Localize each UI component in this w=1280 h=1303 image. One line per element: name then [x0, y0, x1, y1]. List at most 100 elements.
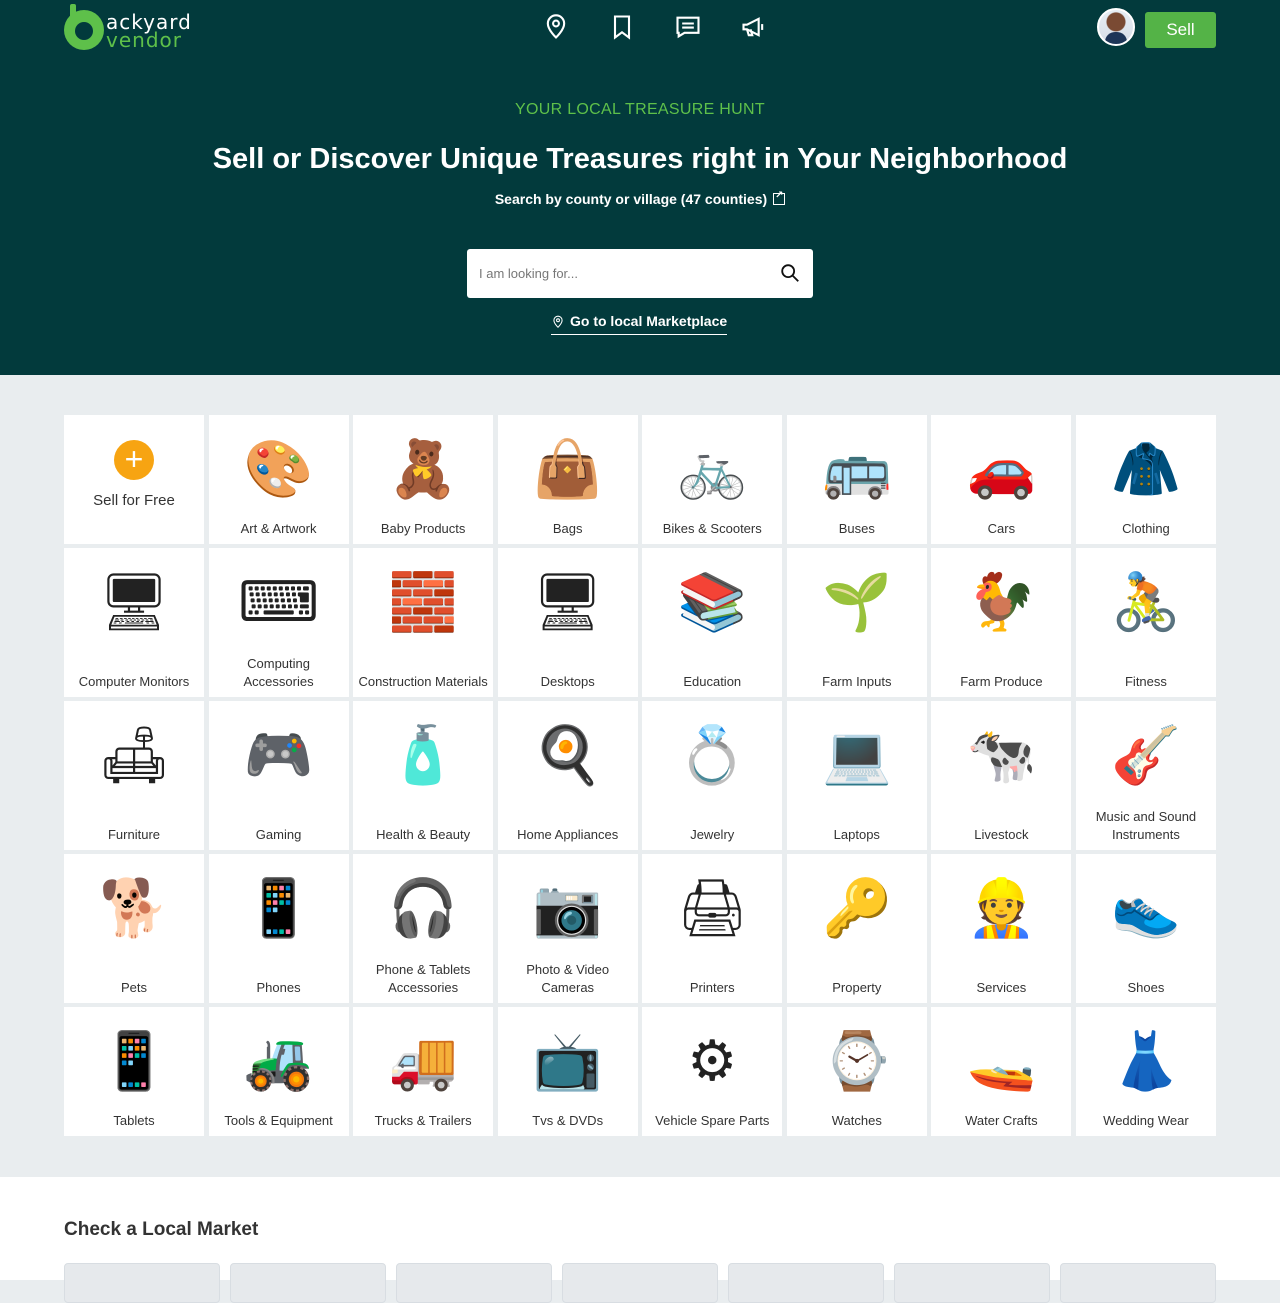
sell-for-free-label: Sell for Free	[93, 492, 175, 509]
search-icon[interactable]	[779, 262, 801, 284]
category-image: 💍	[677, 723, 748, 788]
category-image: 🐄	[966, 723, 1037, 788]
sell-for-free-card[interactable]: + Sell for Free	[64, 415, 204, 544]
megaphone-icon[interactable]	[738, 10, 770, 44]
category-label: Furniture	[107, 827, 161, 842]
category-card-education[interactable]: 📚 Education	[642, 548, 783, 697]
county-chip[interactable]	[1060, 1263, 1216, 1303]
category-card-phones[interactable]: 📱 Phones	[208, 854, 349, 1003]
local-marketplace-label: Go to local Marketplace	[570, 313, 728, 329]
category-label: Shoes	[1127, 980, 1165, 995]
category-label: Farm Inputs	[822, 674, 892, 689]
local-market-title: Check a Local Market	[64, 1219, 259, 1240]
category-card-wedding-wear[interactable]: 👗 Wedding Wear	[1075, 1007, 1216, 1136]
category-label: Gaming	[255, 827, 302, 842]
county-chip[interactable]	[396, 1263, 552, 1303]
category-card-photo-video-cameras[interactable]: 📷 Photo & Video Cameras	[497, 854, 638, 1003]
location-pin-icon[interactable]	[540, 10, 572, 44]
location-pin-icon	[553, 315, 563, 328]
hero-header: ackyard vendor Sell YOUR LOCAL TREASURE …	[0, 0, 1280, 375]
category-image: 📚	[677, 570, 748, 635]
category-card-desktops[interactable]: 🖥 Desktops	[497, 548, 638, 697]
category-card-printers[interactable]: 🖨 Printers	[642, 854, 783, 1003]
category-label: Printers	[689, 980, 735, 995]
category-card-cars[interactable]: 🚗 Cars	[931, 415, 1072, 544]
bookmark-icon[interactable]	[606, 10, 638, 44]
category-label: Music and Sound Instruments	[1095, 809, 1197, 842]
category-image: 🚜	[243, 1029, 314, 1094]
external-link-icon	[773, 190, 786, 205]
county-chip[interactable]	[64, 1263, 220, 1303]
category-card-computer-monitors[interactable]: 🖥 Computer Monitors	[64, 548, 204, 697]
category-card-laptops[interactable]: 💻 Laptops	[786, 701, 927, 850]
category-label: Wedding Wear	[1103, 1113, 1189, 1128]
county-chip[interactable]	[230, 1263, 386, 1303]
category-card-jewelry[interactable]: 💍 Jewelry	[642, 701, 783, 850]
category-card-home-appliances[interactable]: 🍳 Home Appliances	[497, 701, 638, 850]
messages-icon[interactable]	[672, 10, 704, 44]
category-image: 🧱	[388, 570, 458, 635]
category-card-bags[interactable]: 👜 Bags	[497, 415, 638, 544]
category-image: 📷	[532, 876, 603, 941]
category-label: Water Crafts	[965, 1113, 1038, 1128]
sell-button[interactable]: Sell	[1145, 12, 1216, 48]
category-card-furniture[interactable]: 🛋 Furniture	[64, 701, 204, 850]
category-card-tools-equipment[interactable]: 🚜 Tools & Equipment	[208, 1007, 349, 1136]
plus-icon: +	[114, 440, 154, 480]
category-card-construction-materials[interactable]: 🧱 Construction Materials	[353, 548, 494, 697]
search-input[interactable]	[479, 249, 769, 298]
county-chip[interactable]	[562, 1263, 718, 1303]
category-image: 🎮	[243, 723, 314, 788]
county-chip[interactable]	[728, 1263, 884, 1303]
category-card-music-and-sound-instruments[interactable]: 🎸 Music and Sound Instruments	[1075, 701, 1216, 850]
category-image: 🐓	[966, 570, 1037, 635]
category-image: 🧴	[388, 723, 458, 788]
category-card-fitness[interactable]: 🚴 Fitness	[1075, 548, 1216, 697]
category-card-computing-accessories[interactable]: ⌨ Computing Accessories	[208, 548, 349, 697]
category-label: Education	[683, 674, 742, 689]
local-marketplace-link[interactable]: Go to local Marketplace	[551, 313, 728, 335]
category-image: ⌨	[238, 569, 319, 635]
category-card-clothing[interactable]: 🧥 Clothing	[1075, 415, 1216, 544]
category-card-bikes-scooters[interactable]: 🚲 Bikes & Scooters	[642, 415, 783, 544]
category-card-phone-tablets-accessories[interactable]: 🎧 Phone & Tablets Accessories	[353, 854, 494, 1003]
category-card-livestock[interactable]: 🐄 Livestock	[931, 701, 1072, 850]
search-box	[467, 249, 813, 298]
user-avatar[interactable]	[1097, 8, 1135, 46]
category-card-tvs-dvds[interactable]: 📺 Tvs & DVDs	[497, 1007, 638, 1136]
category-image: 👷	[966, 876, 1037, 941]
category-card-pets[interactable]: 🐕 Pets	[64, 854, 204, 1003]
category-card-trucks-trailers[interactable]: 🚚 Trucks & Trailers	[353, 1007, 494, 1136]
hero-title: Sell or Discover Unique Treasures right …	[212, 143, 1068, 175]
category-card-health-beauty[interactable]: 🧴 Health & Beauty	[353, 701, 494, 850]
category-card-services[interactable]: 👷 Services	[931, 854, 1072, 1003]
category-card-farm-inputs[interactable]: 🌱 Farm Inputs	[786, 548, 927, 697]
county-search-link[interactable]: Search by county or village (47 counties…	[0, 190, 1280, 207]
local-market-section: Check a Local Market	[0, 1177, 1280, 1303]
category-card-farm-produce[interactable]: 🐓 Farm Produce	[931, 548, 1072, 697]
category-card-vehicle-spare-parts[interactable]: ⚙ Vehicle Spare Parts	[642, 1007, 783, 1136]
category-label: Jewelry	[690, 827, 735, 842]
category-card-property[interactable]: 🔑 Property	[786, 854, 927, 1003]
hero-kicker: YOUR LOCAL TREASURE HUNT	[515, 101, 765, 118]
category-card-baby-products[interactable]: 🧸 Baby Products	[353, 415, 494, 544]
category-card-art-artwork[interactable]: 🎨 Art & Artwork	[208, 415, 349, 544]
category-card-shoes[interactable]: 👟 Shoes	[1075, 854, 1216, 1003]
brand-logo[interactable]: ackyard vendor	[64, 4, 204, 52]
category-card-gaming[interactable]: 🎮 Gaming	[208, 701, 349, 850]
county-chip[interactable]	[894, 1263, 1050, 1303]
category-image: 📺	[532, 1029, 603, 1094]
category-card-buses[interactable]: 🚌 Buses	[786, 415, 927, 544]
category-card-water-crafts[interactable]: 🚤 Water Crafts	[931, 1007, 1072, 1136]
category-label: Construction Materials	[358, 674, 488, 689]
category-label: Fitness	[1124, 674, 1167, 689]
category-label: Tvs & DVDs	[532, 1113, 604, 1128]
category-label: Desktops	[540, 674, 595, 689]
category-label: Trucks & Trailers	[374, 1113, 472, 1128]
category-image: 🚤	[966, 1029, 1037, 1094]
category-card-tablets[interactable]: 📱 Tablets	[64, 1007, 204, 1136]
category-card-watches[interactable]: ⌚ Watches	[786, 1007, 927, 1136]
category-image: 🛋	[98, 723, 170, 788]
category-label: Phones	[256, 980, 301, 995]
category-image: 🎧	[388, 876, 458, 941]
